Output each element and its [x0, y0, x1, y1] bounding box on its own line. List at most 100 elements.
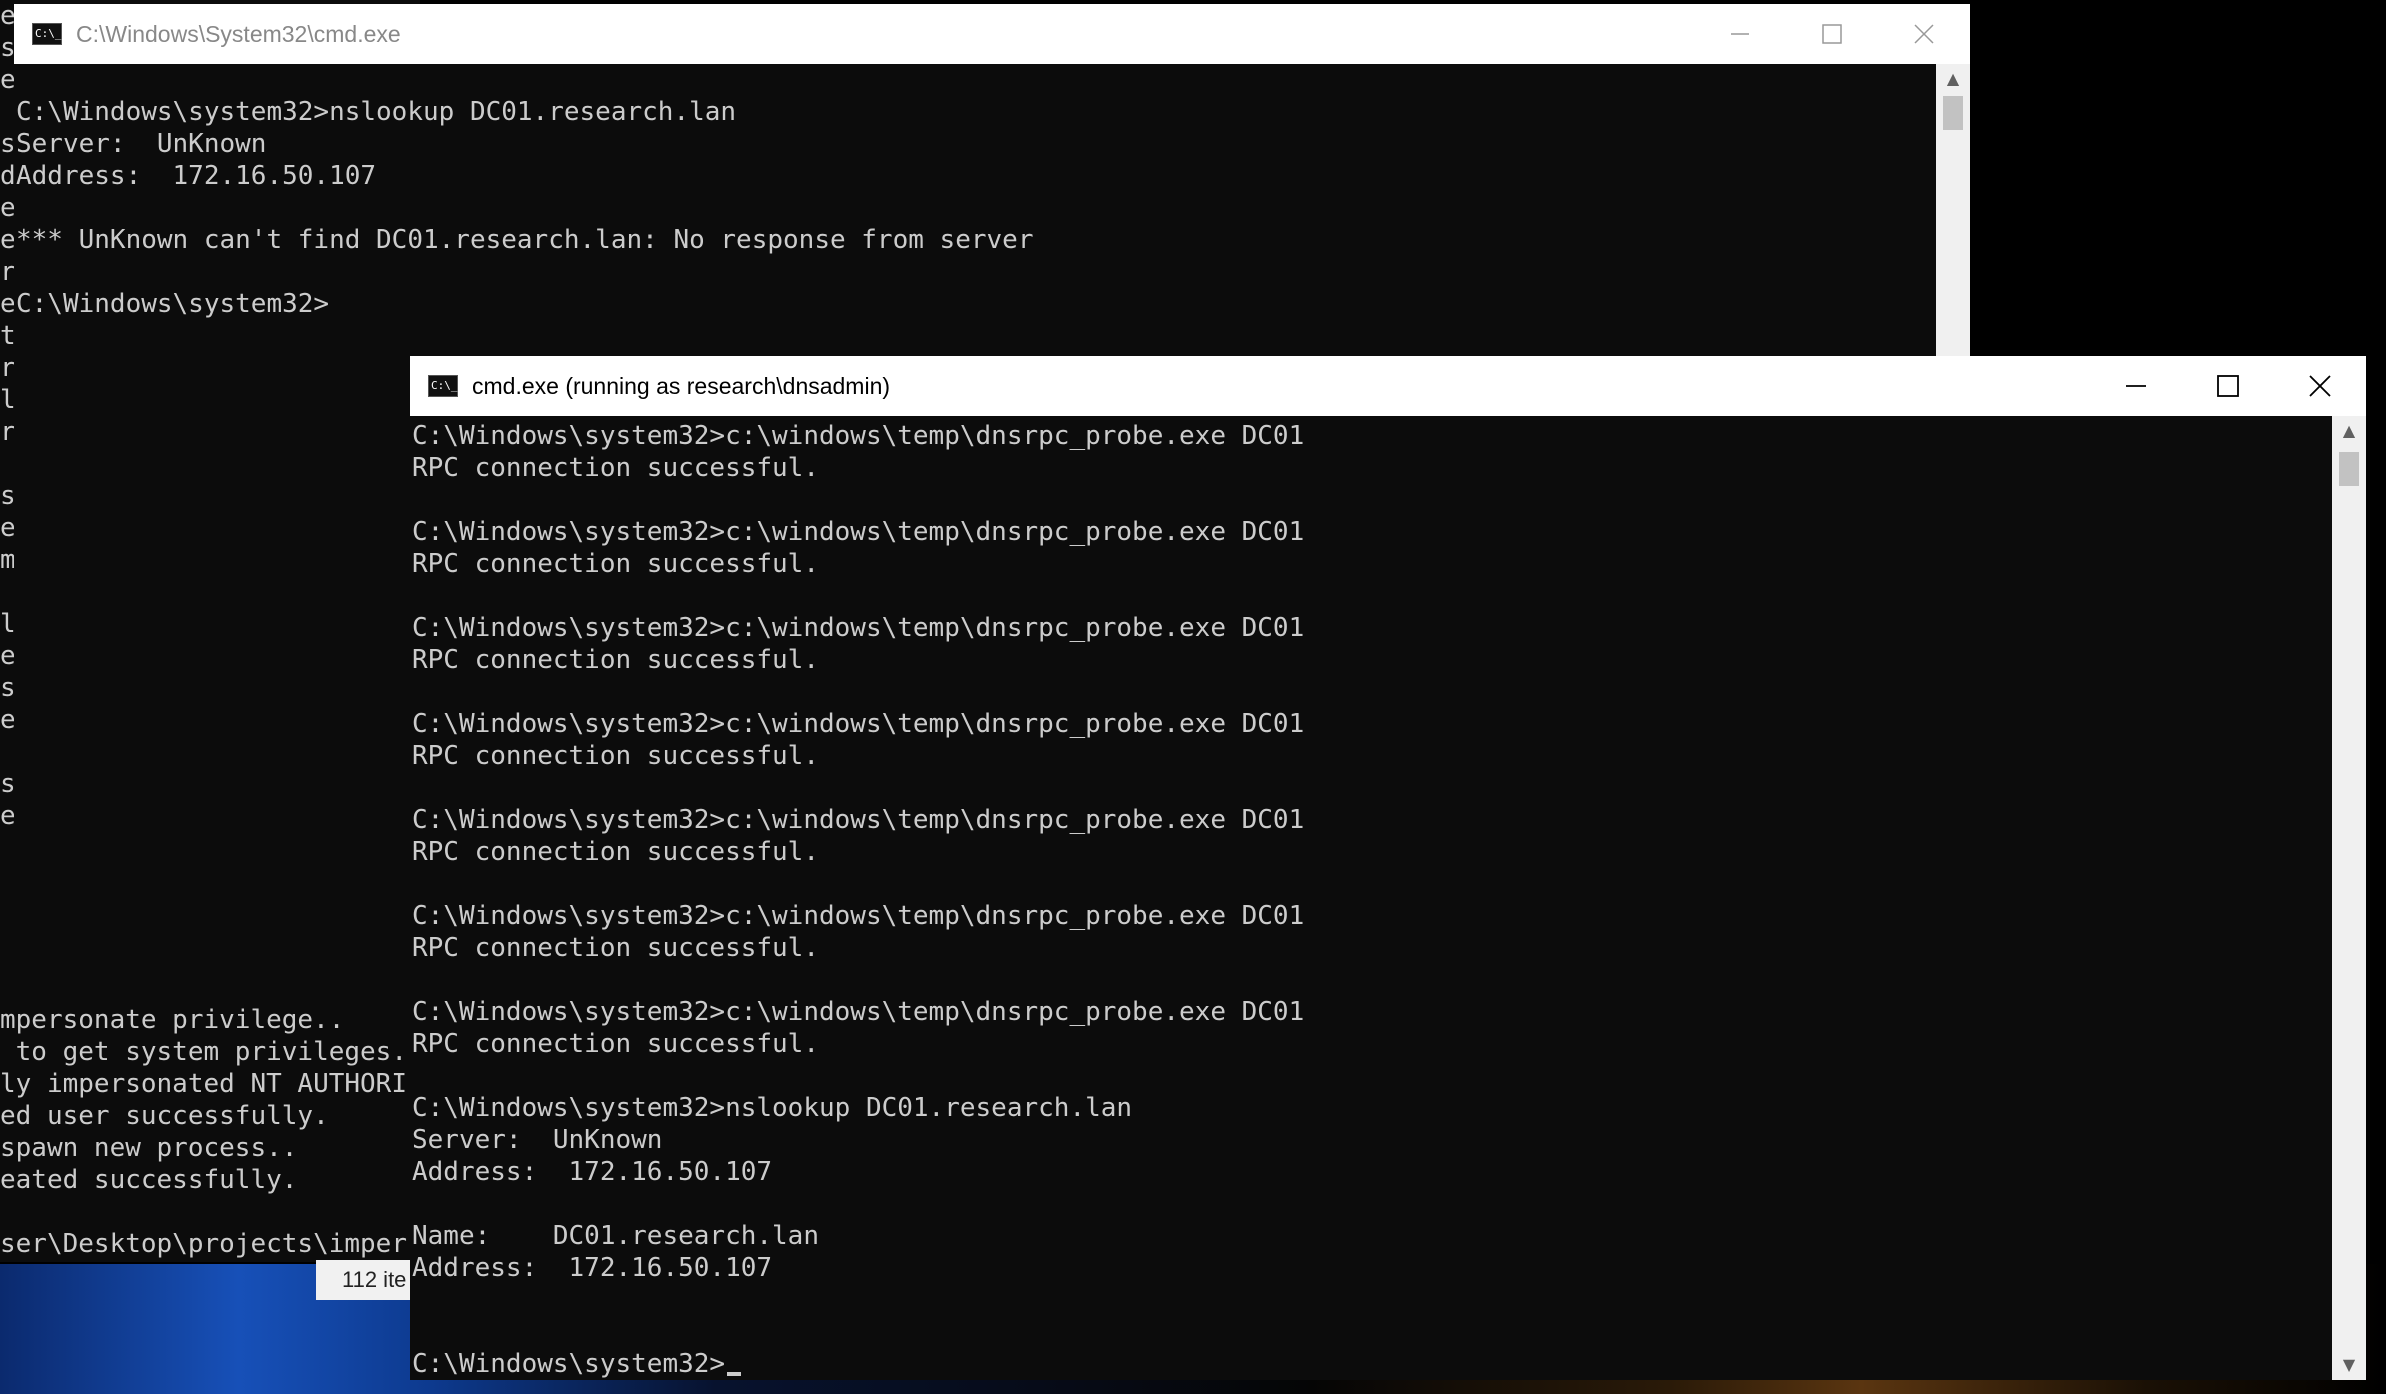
- console-line: C:\Windows\system32>c:\windows\temp\dnsr…: [412, 517, 1305, 547]
- console-line-fragment: r: [0, 353, 14, 383]
- window-title: C:\Windows\System32\cmd.exe: [76, 20, 401, 47]
- console-output[interactable]: C:\Windows\system32>nslookup DC01.resear…: [16, 64, 1916, 356]
- console-line: Server: UnKnown: [16, 129, 267, 159]
- console-line-fragment: e: [0, 65, 14, 95]
- prompt-text: C:\Windows\system32>: [412, 1349, 726, 1379]
- console-output[interactable]: C:\Windows\system32>c:\windows\temp\dnsr…: [412, 420, 2312, 1380]
- scroll-thumb[interactable]: [2339, 452, 2359, 486]
- console-line-fragment: e: [0, 193, 14, 223]
- console-line: RPC connection successful.: [412, 1029, 819, 1059]
- console-line: ly impersonated NT AUTHORI: [0, 1069, 407, 1099]
- maximize-button[interactable]: [2182, 356, 2274, 416]
- console-line: Name: DC01.research.lan: [412, 1221, 819, 1251]
- text-cursor: [727, 1372, 742, 1376]
- minimize-button[interactable]: [2090, 356, 2182, 416]
- vertical-scrollbar[interactable]: ▲: [1936, 64, 1970, 356]
- cmd-window-system32-titlebar[interactable]: C:\_ C:\Windows\System32\cmd.exe: [14, 4, 1970, 64]
- console-line: mpersonate privilege..: [0, 1005, 345, 1035]
- console-line: C:\Windows\system32>c:\windows\temp\dnsr…: [412, 997, 1305, 1027]
- console-line: C:\Windows\system32>c:\windows\temp\dnsr…: [412, 709, 1305, 739]
- console-line: spawn new process..: [0, 1133, 298, 1163]
- console-line-fragment: [0, 448, 14, 480]
- console-line-fragment: s: [0, 481, 14, 511]
- window-title: cmd.exe (running as research\dnsadmin): [472, 372, 891, 399]
- console-line: Address: 172.16.50.107: [16, 161, 377, 191]
- console-line-fragment: s: [0, 673, 14, 703]
- minimize-button[interactable]: [1694, 4, 1786, 64]
- close-icon: [2309, 375, 2331, 397]
- console-line: *** UnKnown can't find DC01.research.lan…: [16, 225, 1034, 255]
- console-line-fragment: [0, 96, 14, 128]
- console-line: RPC connection successful.: [412, 549, 819, 579]
- console-line: C:\Windows\system32>c:\windows\temp\dnsr…: [412, 421, 1305, 451]
- vertical-scrollbar[interactable]: ▲ ▼: [2332, 416, 2366, 1380]
- console-line-fragment: r: [0, 257, 14, 287]
- console-line-fragment: e: [0, 1, 14, 31]
- console-line-fragment: l: [0, 609, 14, 639]
- console-app-icon: C:\_: [32, 23, 62, 45]
- console-line-fragment: [0, 576, 14, 608]
- console-line-fragment: r: [0, 417, 14, 447]
- minimize-icon: [2126, 385, 2146, 387]
- console-prompt[interactable]: C:\Windows\system32>: [412, 1348, 2312, 1380]
- cmd-window-dnsadmin-titlebar[interactable]: C:\_ cmd.exe (running as research\dnsadm…: [410, 356, 2366, 416]
- console-line: RPC connection successful.: [412, 933, 819, 963]
- console-line: C:\Windows\system32>c:\windows\temp\dnsr…: [412, 613, 1305, 643]
- scroll-thumb[interactable]: [1943, 96, 1963, 130]
- console-line: ser\Desktop\projects\imper: [0, 1229, 407, 1259]
- console-line-fragment: e: [0, 289, 14, 319]
- console-line-fragment: s: [0, 769, 14, 799]
- console-line: eated successfully.: [0, 1165, 298, 1195]
- console-line-fragment: m: [0, 545, 14, 575]
- console-line-fragment: t: [0, 321, 14, 351]
- console-line: Address: 172.16.50.107: [412, 1157, 773, 1187]
- console-line: Server: UnKnown: [412, 1125, 663, 1155]
- console-line: Address: 172.16.50.107: [412, 1253, 773, 1283]
- console-line-fragment: d: [0, 161, 14, 191]
- console-line-fragment: e: [0, 225, 14, 255]
- console-line: C:\Windows\system32>c:\windows\temp\dnsr…: [412, 805, 1305, 835]
- console-line-fragment: l: [0, 385, 14, 415]
- close-button[interactable]: [1878, 4, 1970, 64]
- console-line: to get system privileges.: [0, 1037, 407, 1067]
- console-line-fragment: s: [0, 33, 14, 63]
- background-console-edge-text: ese sdeeretrlr sem lese se: [0, 0, 14, 1000]
- minimize-icon: [1731, 33, 1749, 35]
- scroll-up-arrow-icon[interactable]: ▲: [2332, 416, 2366, 446]
- maximize-button[interactable]: [1786, 4, 1878, 64]
- scroll-up-arrow-icon[interactable]: ▲: [1936, 64, 1970, 94]
- console-line: C:\Windows\system32>: [16, 289, 330, 319]
- console-line-fragment: s: [0, 129, 14, 159]
- console-line: C:\Windows\system32>nslookup DC01.resear…: [16, 97, 737, 127]
- console-line: RPC connection successful.: [412, 453, 819, 483]
- console-line-fragment: e: [0, 705, 14, 735]
- console-line-fragment: e: [0, 641, 14, 671]
- console-line: RPC connection successful.: [412, 741, 819, 771]
- console-line-fragment: e: [0, 513, 14, 543]
- console-line: RPC connection successful.: [412, 837, 819, 867]
- console-line-fragment: [0, 736, 14, 768]
- scroll-down-arrow-icon[interactable]: ▼: [2332, 1350, 2366, 1380]
- cmd-window-dnsadmin[interactable]: C:\_ cmd.exe (running as research\dnsadm…: [410, 356, 2366, 1380]
- background-console-output: mpersonate privilege.. to get system pri…: [0, 1004, 407, 1260]
- cmd-window-system32[interactable]: C:\_ C:\Windows\System32\cmd.exe C:\Wind…: [14, 4, 1970, 356]
- close-button[interactable]: [2274, 356, 2366, 416]
- console-line: RPC connection successful.: [412, 645, 819, 675]
- maximize-icon: [2217, 375, 2239, 397]
- console-line: ed user successfully.: [0, 1101, 329, 1131]
- close-icon: [1914, 24, 1934, 44]
